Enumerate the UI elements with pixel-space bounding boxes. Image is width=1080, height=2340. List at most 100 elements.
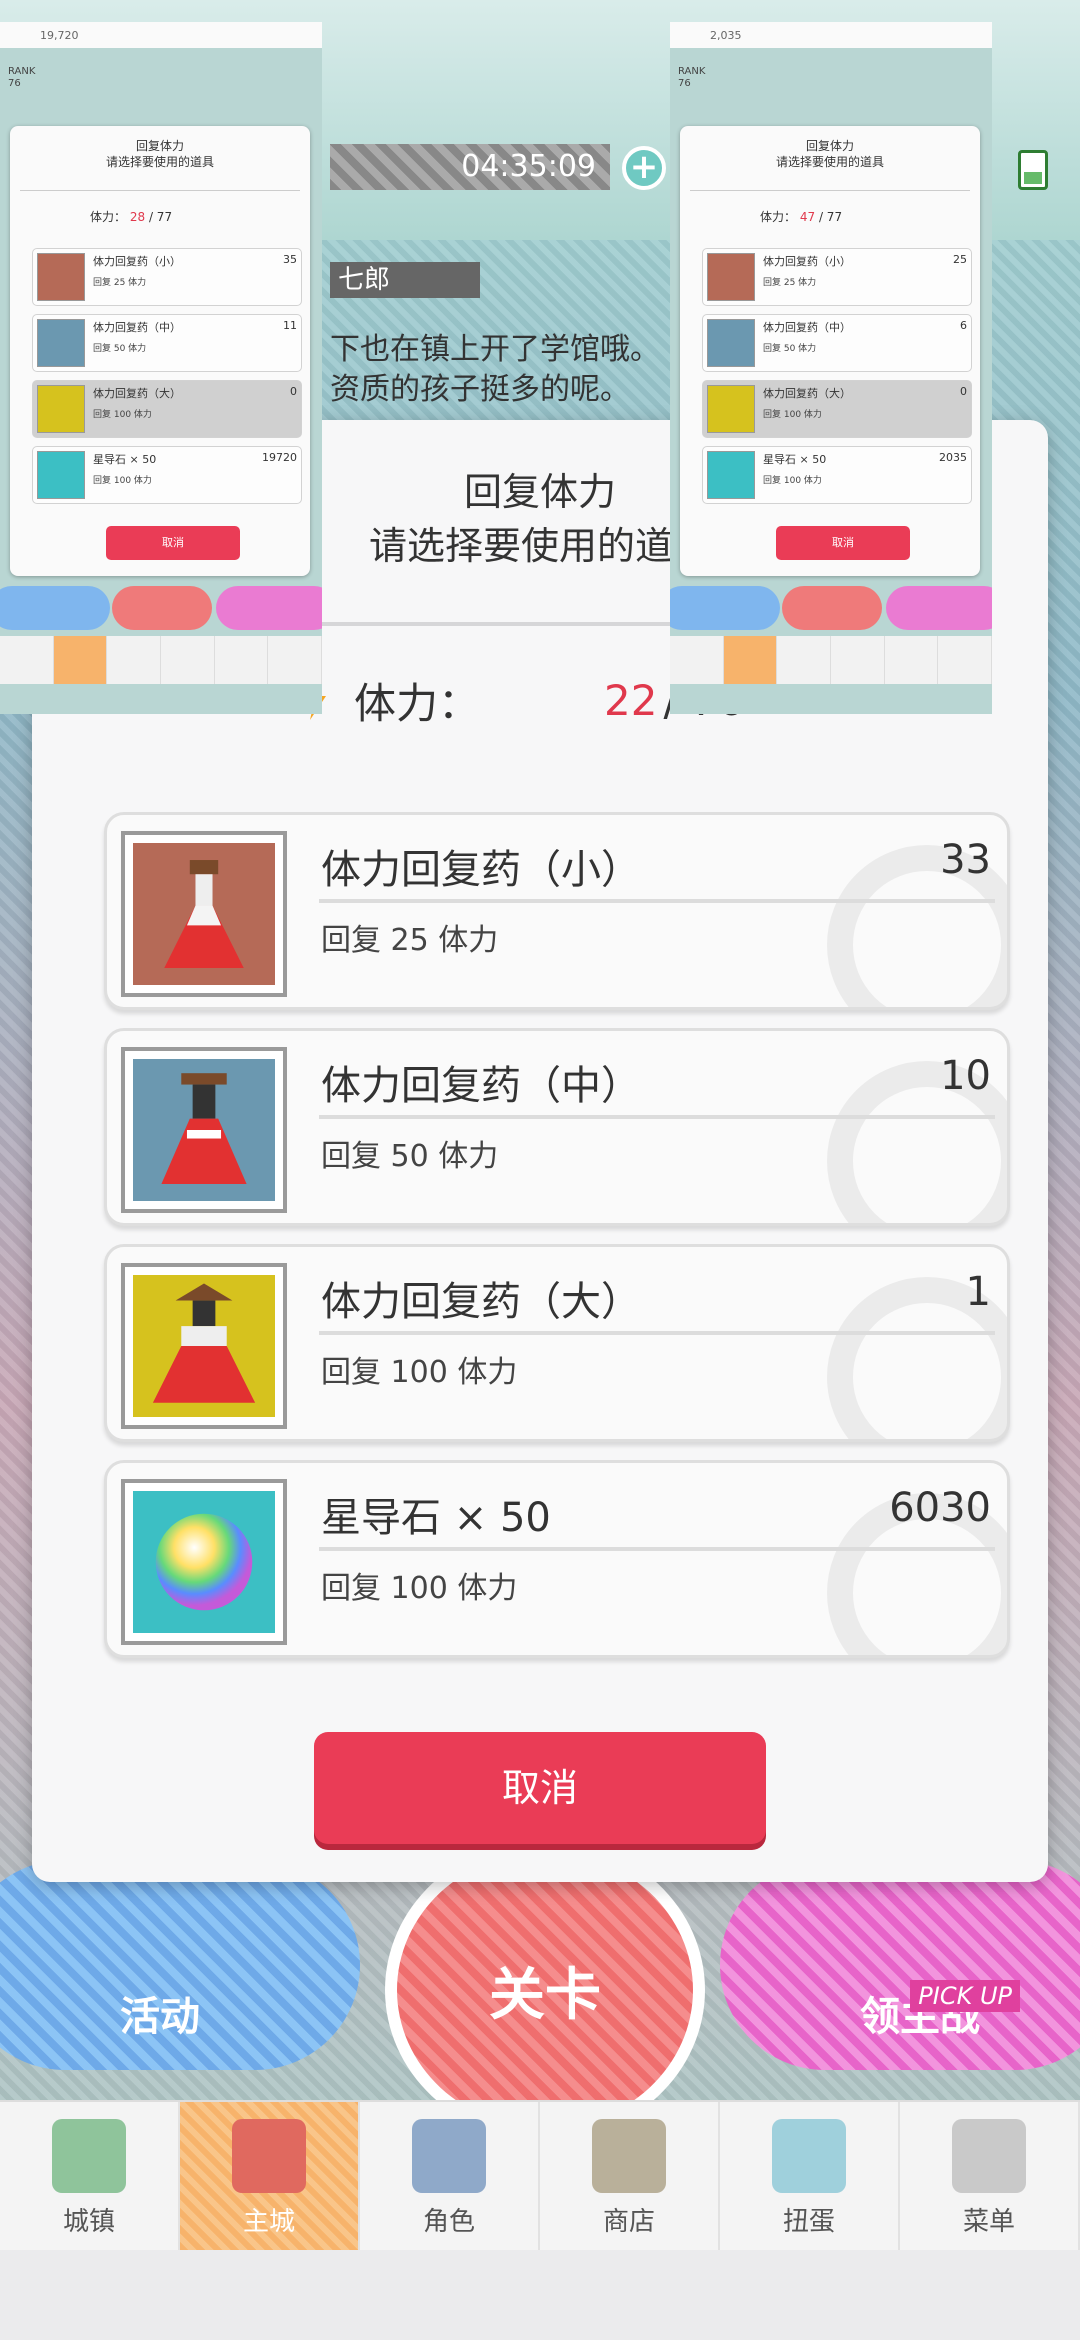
mini-big-buttons <box>0 582 322 634</box>
mini-rank-label: RANK <box>8 66 36 77</box>
battery-icon <box>1018 150 1048 190</box>
rainbow-orb-icon <box>133 1491 275 1633</box>
stamina-label: 体力： <box>354 678 481 728</box>
potion-large-icon <box>133 1275 275 1417</box>
mini-item-desc: 回复 100 体力 <box>93 476 152 486</box>
mini-nav-item <box>885 636 939 684</box>
nav-label: 主城 <box>242 2207 295 2237</box>
mini-stamina: 体力： 47 / 77 <box>760 208 842 225</box>
mini-item-count: 19720 <box>262 451 297 464</box>
nav-label: 城镇 <box>62 2207 115 2237</box>
mini-item-name: 体力回复药（大） <box>93 387 181 400</box>
divider <box>319 1547 995 1551</box>
mini-item: 体力回复药（中） 11 回复 50 体力 <box>32 314 302 372</box>
mini-cancel-button: 取消 <box>106 526 240 560</box>
mini-nav-item <box>777 636 832 684</box>
nav-label: 角色 <box>422 2207 475 2237</box>
item-desc: 回复 25 体力 <box>321 923 499 958</box>
mini-stamina: 体力： 28 / 77 <box>90 208 172 225</box>
mini-item-count: 0 <box>960 385 967 398</box>
mini-status-bar: 2,035 <box>670 22 992 48</box>
potion-large-icon <box>37 385 85 433</box>
item-icon-frame <box>121 1263 287 1429</box>
stage-label: 关卡 <box>489 1962 601 2028</box>
mini-stage-button <box>112 586 212 630</box>
mini-nav-item <box>161 636 215 684</box>
mini-currency: 2,035 <box>710 28 742 42</box>
mini-stamina-max: / 77 <box>148 210 173 224</box>
item-name: 体力回复药（小） <box>321 847 641 893</box>
town-icon <box>52 2119 126 2193</box>
mini-item-name: 体力回复药（中） <box>93 321 181 334</box>
mini-nav-item <box>670 636 724 684</box>
item-count: 1 <box>965 1269 991 1315</box>
item-name: 体力回复药（中） <box>321 1063 641 1109</box>
item-card-potion-small[interactable]: 体力回复药（小） 33 回复 25 体力 <box>104 812 1010 1010</box>
nav-item-gacha[interactable]: 扭蛋 <box>720 2102 900 2250</box>
story-dialog-text: 下也在镇上开了学馆哦。 资质的孩子挺多的呢。 <box>330 330 690 410</box>
castle-icon <box>232 2119 306 2193</box>
item-icon-frame <box>121 1047 287 1213</box>
mini-screenshot-right: 2,035 RANK 76 回复体力 请选择要使用的道具 体力： 47 / 77… <box>670 22 992 714</box>
nav-item-shop[interactable]: 商店 <box>540 2102 720 2250</box>
stage-button[interactable]: 关卡 <box>385 1840 705 2140</box>
potion-medium-icon <box>37 319 85 367</box>
mini-subtitle: 请选择要使用的道具 <box>775 155 884 169</box>
mini-screenshot-left: 19,720 RANK 76 回复体力 请选择要使用的道具 体力： 28 / 7… <box>0 22 322 714</box>
nav-item-character[interactable]: 角色 <box>360 2102 540 2250</box>
nav-item-menu[interactable]: 菜单 <box>900 2102 1080 2250</box>
mini-title: 回复体力 <box>135 139 184 153</box>
mini-item: 体力回复药（小） 35 回复 25 体力 <box>32 248 302 306</box>
mini-rank-value: 76 <box>8 78 21 89</box>
rainbow-orb-icon <box>707 451 755 499</box>
system-footer <box>0 2250 1080 2340</box>
potion-medium-icon <box>133 1059 275 1201</box>
boss-battle-button[interactable]: 领主战 <box>720 1860 1080 2070</box>
item-count: 6030 <box>889 1485 991 1531</box>
mini-dialog: 回复体力 请选择要使用的道具 体力： 47 / 77 体力回复药（小） 25 回… <box>680 126 980 576</box>
mini-item-name: 体力回复药（中） <box>763 321 851 334</box>
potion-small-icon <box>37 253 85 301</box>
mini-cancel-button: 取消 <box>776 526 910 560</box>
nav-label: 商店 <box>602 2207 655 2237</box>
item-count: 33 <box>940 837 991 883</box>
mini-currency: 19,720 <box>40 28 79 42</box>
mini-stage-button <box>782 586 882 630</box>
mini-item-desc: 回复 25 体力 <box>93 278 147 288</box>
cancel-button[interactable]: 取消 <box>314 1732 766 1844</box>
item-card-star-stone[interactable]: 星导石 × 50 6030 回复 100 体力 <box>104 1460 1010 1658</box>
pickup-tag: PICK UP <box>910 1980 1020 2012</box>
menu-icon <box>952 2119 1026 2193</box>
mini-status-bar: 19,720 <box>0 22 322 48</box>
mini-item-name: 体力回复药（小） <box>93 255 181 268</box>
mini-item-name: 体力回复药（小） <box>763 255 851 268</box>
mini-nav-item <box>107 636 162 684</box>
gacha-icon <box>772 2119 846 2193</box>
event-button[interactable]: 活动 <box>0 1860 360 2070</box>
mini-nav-item <box>215 636 269 684</box>
mini-item-count: 35 <box>283 253 297 266</box>
mini-item: 体力回复药（大） 0 回复 100 体力 <box>702 380 972 438</box>
mini-big-buttons <box>670 582 992 634</box>
add-stamina-icon[interactable]: + <box>622 146 666 190</box>
speaker-tag: 七郎 <box>330 262 480 298</box>
mini-nav-item <box>938 636 992 684</box>
mini-nav-item <box>831 636 885 684</box>
nav-item-town[interactable]: 城镇 <box>0 2102 180 2250</box>
mini-stamina-label: 体力： <box>90 210 127 224</box>
item-card-potion-large[interactable]: 体力回复药（大） 1 回复 100 体力 <box>104 1244 1010 1442</box>
story-line-1: 下也在镇上开了学馆哦。 <box>330 332 660 367</box>
nav-item-castle[interactable]: 主城 <box>180 2102 360 2250</box>
mini-item-count: 25 <box>953 253 967 266</box>
divider <box>319 1331 995 1335</box>
divider <box>20 190 300 191</box>
mini-stamina-current: 28 <box>129 210 146 224</box>
mini-item-desc: 回复 100 体力 <box>93 410 152 420</box>
mini-stamina-max: / 77 <box>818 210 843 224</box>
mini-stamina-label: 体力： <box>760 210 797 224</box>
stamina-current: 22 <box>604 675 658 725</box>
potion-medium-icon <box>707 319 755 367</box>
mini-item-name: 星导石 × 50 <box>763 453 827 466</box>
item-card-potion-medium[interactable]: 体力回复药（中） 10 回复 50 体力 <box>104 1028 1010 1226</box>
mini-item: 体力回复药（大） 0 回复 100 体力 <box>32 380 302 438</box>
